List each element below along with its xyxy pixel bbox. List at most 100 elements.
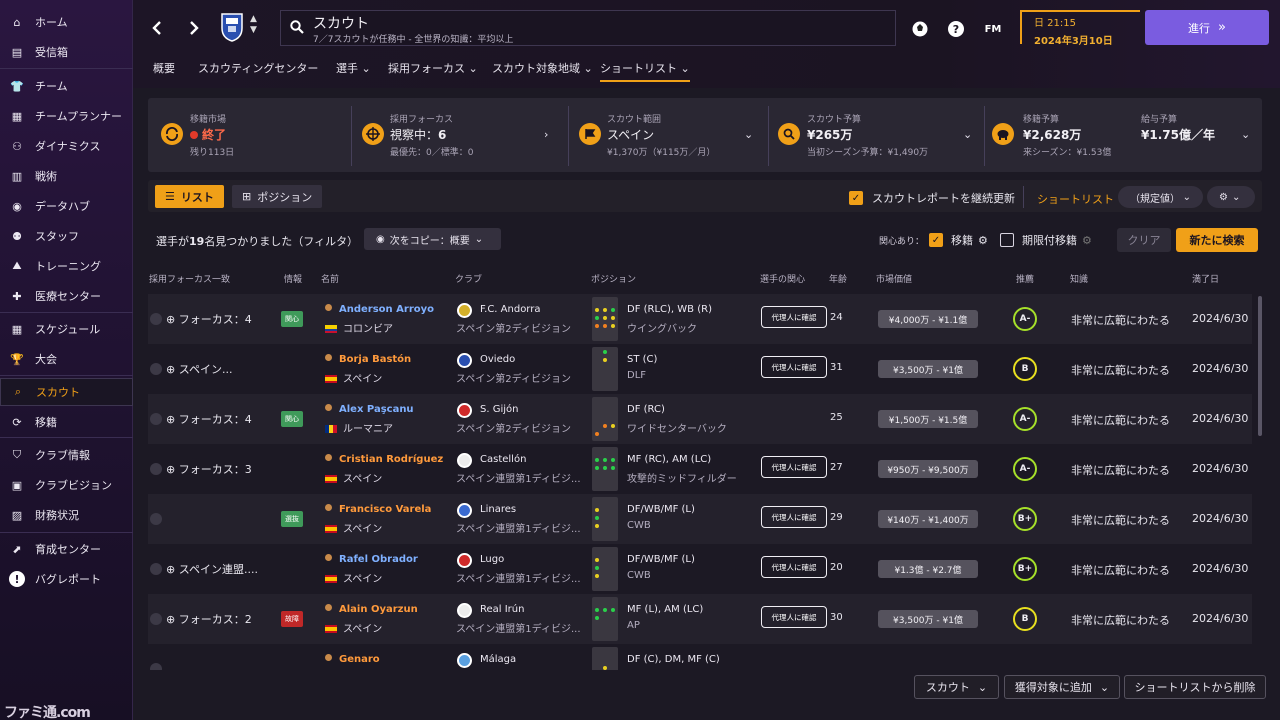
sidebar-item-finance[interactable]: ▨ 財務状況 xyxy=(0,501,133,529)
transfer-window-card[interactable]: 移籍市場 終了 残り113日 xyxy=(148,98,348,172)
transfer-budget-card[interactable]: 移籍予算 ¥2,628万 来シーズン：¥1.53億 給与予算 ¥1.75億／年 … xyxy=(992,98,1252,172)
sidebar-item-growth[interactable]: ⬈ 育成センター xyxy=(0,535,133,563)
table-row[interactable]: ⊕ フォーカス：2 故障 Alain Oyarzun スペイン Real Irún スペイ… xyxy=(148,594,1252,644)
club-name-link[interactable]: Castellón xyxy=(480,454,610,465)
col-header-value[interactable]: 市場価値 xyxy=(876,272,912,285)
select-row-icon[interactable] xyxy=(150,363,162,375)
select-row-icon[interactable] xyxy=(150,413,162,425)
shortlist-select[interactable]: （規定値） ⌄ xyxy=(1118,186,1203,208)
transfer-interest-toggle[interactable]: ✓ 移籍 ⚙ xyxy=(929,232,988,248)
table-row[interactable]: ⊕ フォーカス：4 関心 Alex Paşcanu ルーマニア S. Gijón スペイン… xyxy=(148,394,1252,444)
select-row-icon[interactable] xyxy=(150,613,162,625)
tab-players[interactable]: 選手 ⌄ xyxy=(336,60,371,76)
club-name-link[interactable]: Linares xyxy=(480,504,610,515)
club-name-link[interactable]: S. Gijón xyxy=(480,404,610,415)
page-title-box[interactable]: スカウト 7／7スカウトが任務中 - 全世界の知識：平均以上 xyxy=(280,10,896,46)
sidebar-item-shield[interactable]: ⛉ クラブ情報 xyxy=(0,441,133,469)
tab-scouting-center[interactable]: スカウティングセンター xyxy=(198,60,318,76)
sidebar-item-clipboard[interactable]: ▦ チームプランナー xyxy=(0,102,133,130)
sidebar-item-shirt[interactable]: 👕 チーム xyxy=(0,72,133,100)
loan-interest-toggle[interactable]: 期限付移籍 ⚙ xyxy=(1000,232,1092,248)
shortlist-link[interactable]: ショートリスト xyxy=(1037,191,1114,207)
sidebar-item-trophy[interactable]: 🏆 大会 xyxy=(0,345,133,373)
select-row-icon[interactable] xyxy=(150,563,162,575)
player-name-link[interactable]: Alain Oyarzun xyxy=(339,604,469,615)
scout-budget-card[interactable]: スカウト予算 ¥265万 当初シーズン予算：¥1,490万 ⌄ xyxy=(778,98,978,172)
table-row[interactable]: ⊕ フォーカス：3 Cristian Rodríguez スペイン Castellón… xyxy=(148,444,1252,494)
ask-agent-button[interactable]: 代理人に確認 xyxy=(761,356,827,378)
ball-icon[interactable] xyxy=(910,19,930,39)
ask-agent-button[interactable]: 代理人に確認 xyxy=(761,306,827,328)
sidebar-item-scout[interactable]: ⌕ スカウト xyxy=(0,378,133,406)
remove-shortlist-button[interactable]: ショートリストから削除 xyxy=(1124,675,1266,699)
sidebar-item-staff[interactable]: ⚉ スタッフ xyxy=(0,222,133,250)
sidebar-item-inbox[interactable]: ▤ 受信箱 xyxy=(0,38,133,66)
fm-menu-icon[interactable]: FM xyxy=(982,19,1004,39)
player-name-link[interactable]: Borja Bastón xyxy=(339,354,469,365)
club-switch-arrows[interactable]: ▲ ▼ xyxy=(250,14,257,36)
copy-view-button[interactable]: ◉ 次をコピー：概要 ⌄ xyxy=(364,228,501,250)
col-header-interest[interactable]: 選手の関心 xyxy=(760,272,805,285)
col-header-recommendation[interactable]: 推薦 xyxy=(1016,272,1034,285)
club-name-link[interactable]: F.C. Andorra xyxy=(480,304,610,315)
col-header-name[interactable]: 名前 xyxy=(321,272,339,285)
sidebar-item-medical[interactable]: ✚ 医療センター xyxy=(0,282,133,310)
keep-update-toggle[interactable]: ✓ スカウトレポートを継続更新 xyxy=(849,190,1015,206)
col-header-expiry[interactable]: 満了日 xyxy=(1192,272,1219,285)
add-target-button[interactable]: 獲得対象に追加 ⌄ xyxy=(1004,675,1120,699)
clear-button[interactable]: クリア xyxy=(1117,228,1171,252)
select-row-icon[interactable] xyxy=(150,513,162,525)
select-row-icon[interactable] xyxy=(150,663,162,670)
ask-agent-button[interactable]: 代理人に確認 xyxy=(761,556,827,578)
date-display[interactable]: 日 21:15 2024年3月10日 xyxy=(1020,10,1140,47)
chevron-down-icon[interactable]: ⌄ xyxy=(1241,128,1250,141)
tab-scouting-regions[interactable]: スカウト対象地域 ⌄ xyxy=(492,60,593,76)
scout-range-card[interactable]: スカウト範囲 スペイン ¥1,370万（¥115万／月） ⌄ xyxy=(576,98,766,172)
continue-button[interactable]: 進行 » xyxy=(1145,10,1269,45)
tab-overview[interactable]: 概要 xyxy=(153,60,175,76)
col-header-knowledge[interactable]: 知識 xyxy=(1070,272,1088,285)
player-name-link[interactable]: Cristian Rodríguez xyxy=(339,454,469,465)
player-name-link[interactable]: Rafel Obrador xyxy=(339,554,469,565)
info-badge[interactable]: 関心 xyxy=(281,311,303,327)
player-name-link[interactable]: Genaro xyxy=(339,654,469,665)
tab-shortlist[interactable]: ショートリスト ⌄ xyxy=(600,60,690,82)
col-header-age[interactable]: 年齢 xyxy=(829,272,847,285)
new-search-button[interactable]: 新たに検索 xyxy=(1176,228,1258,252)
sidebar-item-training[interactable]: ⛰ トレーニング xyxy=(0,252,133,280)
club-name-link[interactable]: Málaga xyxy=(480,654,610,665)
chevron-down-icon[interactable]: ⌄ xyxy=(963,128,972,141)
table-row[interactable]: ⊕ スペイン連盟.... Rafel Obrador スペイン Lugo スペイン連盟第… xyxy=(148,544,1252,594)
info-badge[interactable]: 故障 xyxy=(281,611,303,627)
ask-agent-button[interactable]: 代理人に確認 xyxy=(761,606,827,628)
sidebar-item-tactics[interactable]: ▥ 戦術 xyxy=(0,162,133,190)
position-view-button[interactable]: ⊞ ポジション xyxy=(232,185,323,208)
select-row-icon[interactable] xyxy=(150,463,162,475)
sidebar-item-alert[interactable]: ! バグレポート xyxy=(0,565,133,593)
table-scrollbar[interactable] xyxy=(1258,296,1262,436)
player-name-link[interactable]: Alex Paşcanu xyxy=(339,404,469,415)
ask-agent-button[interactable]: 代理人に確認 xyxy=(761,456,827,478)
player-name-link[interactable]: Francisco Varela xyxy=(339,504,469,515)
sidebar-item-data[interactable]: ◉ データハブ xyxy=(0,192,133,220)
sidebar-item-home[interactable]: ⌂ ホーム xyxy=(0,8,133,36)
club-name-link[interactable]: Real Irún xyxy=(480,604,610,615)
back-button[interactable] xyxy=(146,17,168,39)
player-name-link[interactable]: Anderson Arroyo xyxy=(339,304,469,315)
select-row-icon[interactable] xyxy=(150,313,162,325)
scout-action-button[interactable]: スカウト ⌄ xyxy=(914,675,999,699)
club-crest-icon[interactable] xyxy=(220,12,244,42)
table-row[interactable]: Genaro Málaga DF (C), DM, MF (C) xyxy=(148,644,1252,670)
col-header-club[interactable]: クラブ xyxy=(455,272,482,285)
help-icon[interactable]: ? xyxy=(946,19,966,39)
sidebar-item-people[interactable]: ⚇ ダイナミクス xyxy=(0,132,133,160)
sidebar-item-briefcase[interactable]: ▣ クラブビジョン xyxy=(0,471,133,499)
club-name-link[interactable]: Lugo xyxy=(480,554,610,565)
club-name-link[interactable]: Oviedo xyxy=(480,354,610,365)
col-header-info[interactable]: 情報 xyxy=(284,272,302,285)
sidebar-item-calendar[interactable]: ▦ スケジュール xyxy=(0,315,133,343)
forward-button[interactable] xyxy=(183,17,205,39)
settings-button[interactable]: ⚙ ⌄ xyxy=(1207,186,1255,208)
recruitment-focus-card[interactable]: 採用フォーカス 視察中：6 最優先：0／標準：0 › xyxy=(358,98,558,172)
sidebar-item-transfer[interactable]: ⟳ 移籍 xyxy=(0,408,133,436)
